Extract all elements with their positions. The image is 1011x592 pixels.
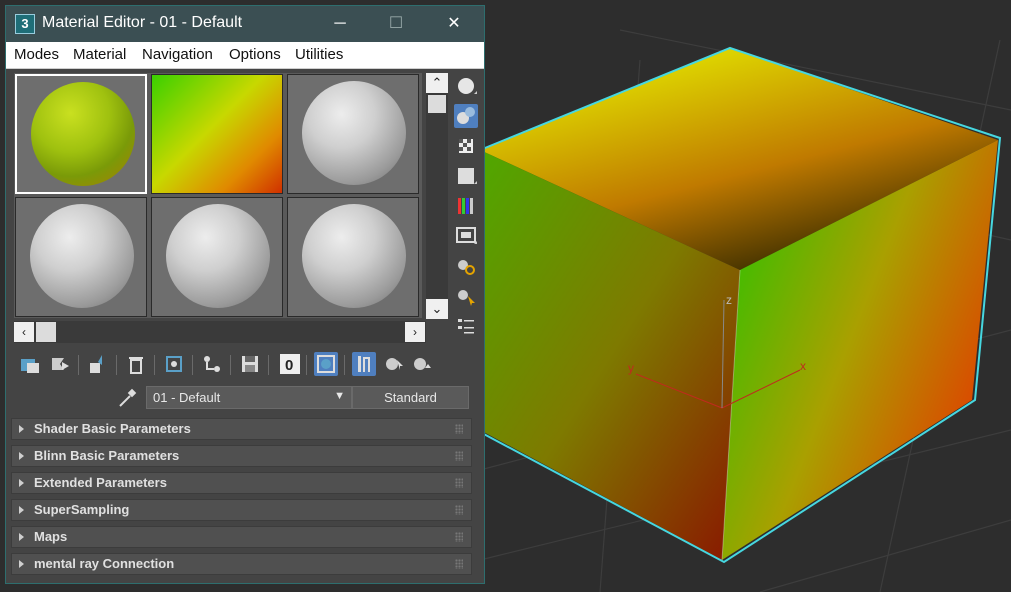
material-id-channel-icon[interactable]: 0: [278, 352, 302, 376]
expand-arrow-icon: [19, 479, 24, 487]
chevron-down-icon: ▼: [334, 390, 345, 402]
go-to-parent-icon[interactable]: [382, 352, 406, 376]
sample-slot-5[interactable]: [151, 197, 283, 317]
scroll-left-icon[interactable]: ‹: [14, 322, 34, 342]
select-by-material-icon[interactable]: [454, 284, 478, 308]
assign-material-to-selection-icon[interactable]: [86, 352, 110, 376]
menu-material[interactable]: Material: [73, 46, 126, 63]
axis-y-label: y: [628, 361, 634, 375]
maximize-button[interactable]: ☐: [373, 6, 419, 42]
slots-horizontal-scrollbar[interactable]: ‹ ›: [14, 321, 426, 343]
grip-icon: [455, 451, 463, 461]
grip-icon: [455, 559, 463, 569]
sample-slot-6[interactable]: [287, 197, 419, 317]
sample-slot-2[interactable]: [151, 74, 283, 194]
slots-vertical-scrollbar[interactable]: ⌃ ⌄: [426, 73, 448, 319]
material-name-field[interactable]: 01 - Default ▼: [146, 386, 352, 409]
rollout-blinn-basic-parameters[interactable]: Blinn Basic Parameters: [11, 445, 472, 467]
get-material-icon[interactable]: [18, 352, 42, 376]
material-preview-sphere: [30, 204, 134, 308]
close-button[interactable]: ✕: [431, 6, 477, 42]
axis-z-label: z: [726, 293, 732, 307]
material-editor-window: 3 Material Editor - 01 - Default ─ ☐ ✕ M…: [5, 5, 485, 584]
background-checker-icon[interactable]: [454, 134, 478, 158]
grip-icon: [455, 505, 463, 515]
put-to-library-icon[interactable]: [238, 352, 262, 376]
video-color-check-icon[interactable]: [454, 194, 478, 218]
go-forward-to-sibling-icon[interactable]: [410, 352, 434, 376]
sample-slots-grid: [14, 73, 422, 318]
menu-utilities[interactable]: Utilities: [295, 46, 343, 63]
menu-navigation[interactable]: Navigation: [142, 46, 213, 63]
material-options-icon[interactable]: [454, 254, 478, 278]
app-icon: 3: [15, 14, 35, 34]
material-preview-sphere: [31, 82, 135, 186]
grip-icon: [455, 424, 463, 434]
rollout-maps[interactable]: Maps: [11, 526, 472, 548]
axis-x-label: x: [800, 359, 806, 373]
sample-uv-tiling-icon[interactable]: [454, 164, 478, 188]
show-shaded-material-icon[interactable]: [314, 352, 338, 376]
eyedropper-icon[interactable]: [116, 387, 138, 409]
scroll-up-icon[interactable]: ⌃: [426, 73, 448, 93]
material-map-navigator-icon[interactable]: [454, 314, 478, 338]
make-material-copy-icon[interactable]: [162, 352, 186, 376]
svg-text:0: 0: [285, 357, 293, 374]
rollout-mental-ray-connection[interactable]: mental ray Connection: [11, 553, 472, 575]
make-preview-icon[interactable]: [454, 224, 478, 248]
sample-type-icon[interactable]: [454, 74, 478, 98]
put-material-to-scene-icon[interactable]: [48, 352, 72, 376]
material-preview-sphere: [166, 204, 270, 308]
expand-arrow-icon: [19, 533, 24, 541]
delete-icon[interactable]: [124, 352, 148, 376]
show-end-result-icon[interactable]: [352, 352, 376, 376]
expand-arrow-icon: [19, 560, 24, 568]
title-bar[interactable]: 3 Material Editor - 01 - Default ─ ☐ ✕: [6, 6, 484, 42]
rollout-supersampling[interactable]: SuperSampling: [11, 499, 472, 521]
menu-bar: Modes Material Navigation Options Utilit…: [6, 42, 484, 69]
grip-icon: [455, 532, 463, 542]
scroll-down-icon[interactable]: ⌄: [426, 299, 448, 319]
material-name-value: 01 - Default: [153, 390, 221, 405]
material-type-button[interactable]: Standard: [352, 386, 469, 409]
window-title: Material Editor - 01 - Default: [42, 14, 243, 31]
scroll-thumb[interactable]: [36, 322, 56, 342]
sample-slot-1[interactable]: [15, 74, 147, 194]
menu-options[interactable]: Options: [229, 46, 281, 63]
scroll-thumb[interactable]: [428, 95, 446, 113]
sample-slot-4[interactable]: [15, 197, 147, 317]
menu-modes[interactable]: Modes: [14, 46, 59, 63]
scroll-right-icon[interactable]: ›: [405, 322, 425, 342]
rollout-shader-basic-parameters[interactable]: Shader Basic Parameters: [11, 418, 472, 440]
sample-slot-3[interactable]: [287, 74, 419, 194]
expand-arrow-icon: [19, 425, 24, 433]
rollout-extended-parameters[interactable]: Extended Parameters: [11, 472, 472, 494]
material-preview-sphere: [302, 204, 406, 308]
grip-icon: [455, 478, 463, 488]
material-toolbar: 0: [16, 352, 476, 380]
minimize-button[interactable]: ─: [317, 6, 363, 42]
make-unique-icon[interactable]: [200, 352, 224, 376]
backlight-icon[interactable]: [454, 104, 478, 128]
material-preview-sphere: [302, 81, 406, 185]
expand-arrow-icon: [19, 506, 24, 514]
expand-arrow-icon: [19, 452, 24, 460]
